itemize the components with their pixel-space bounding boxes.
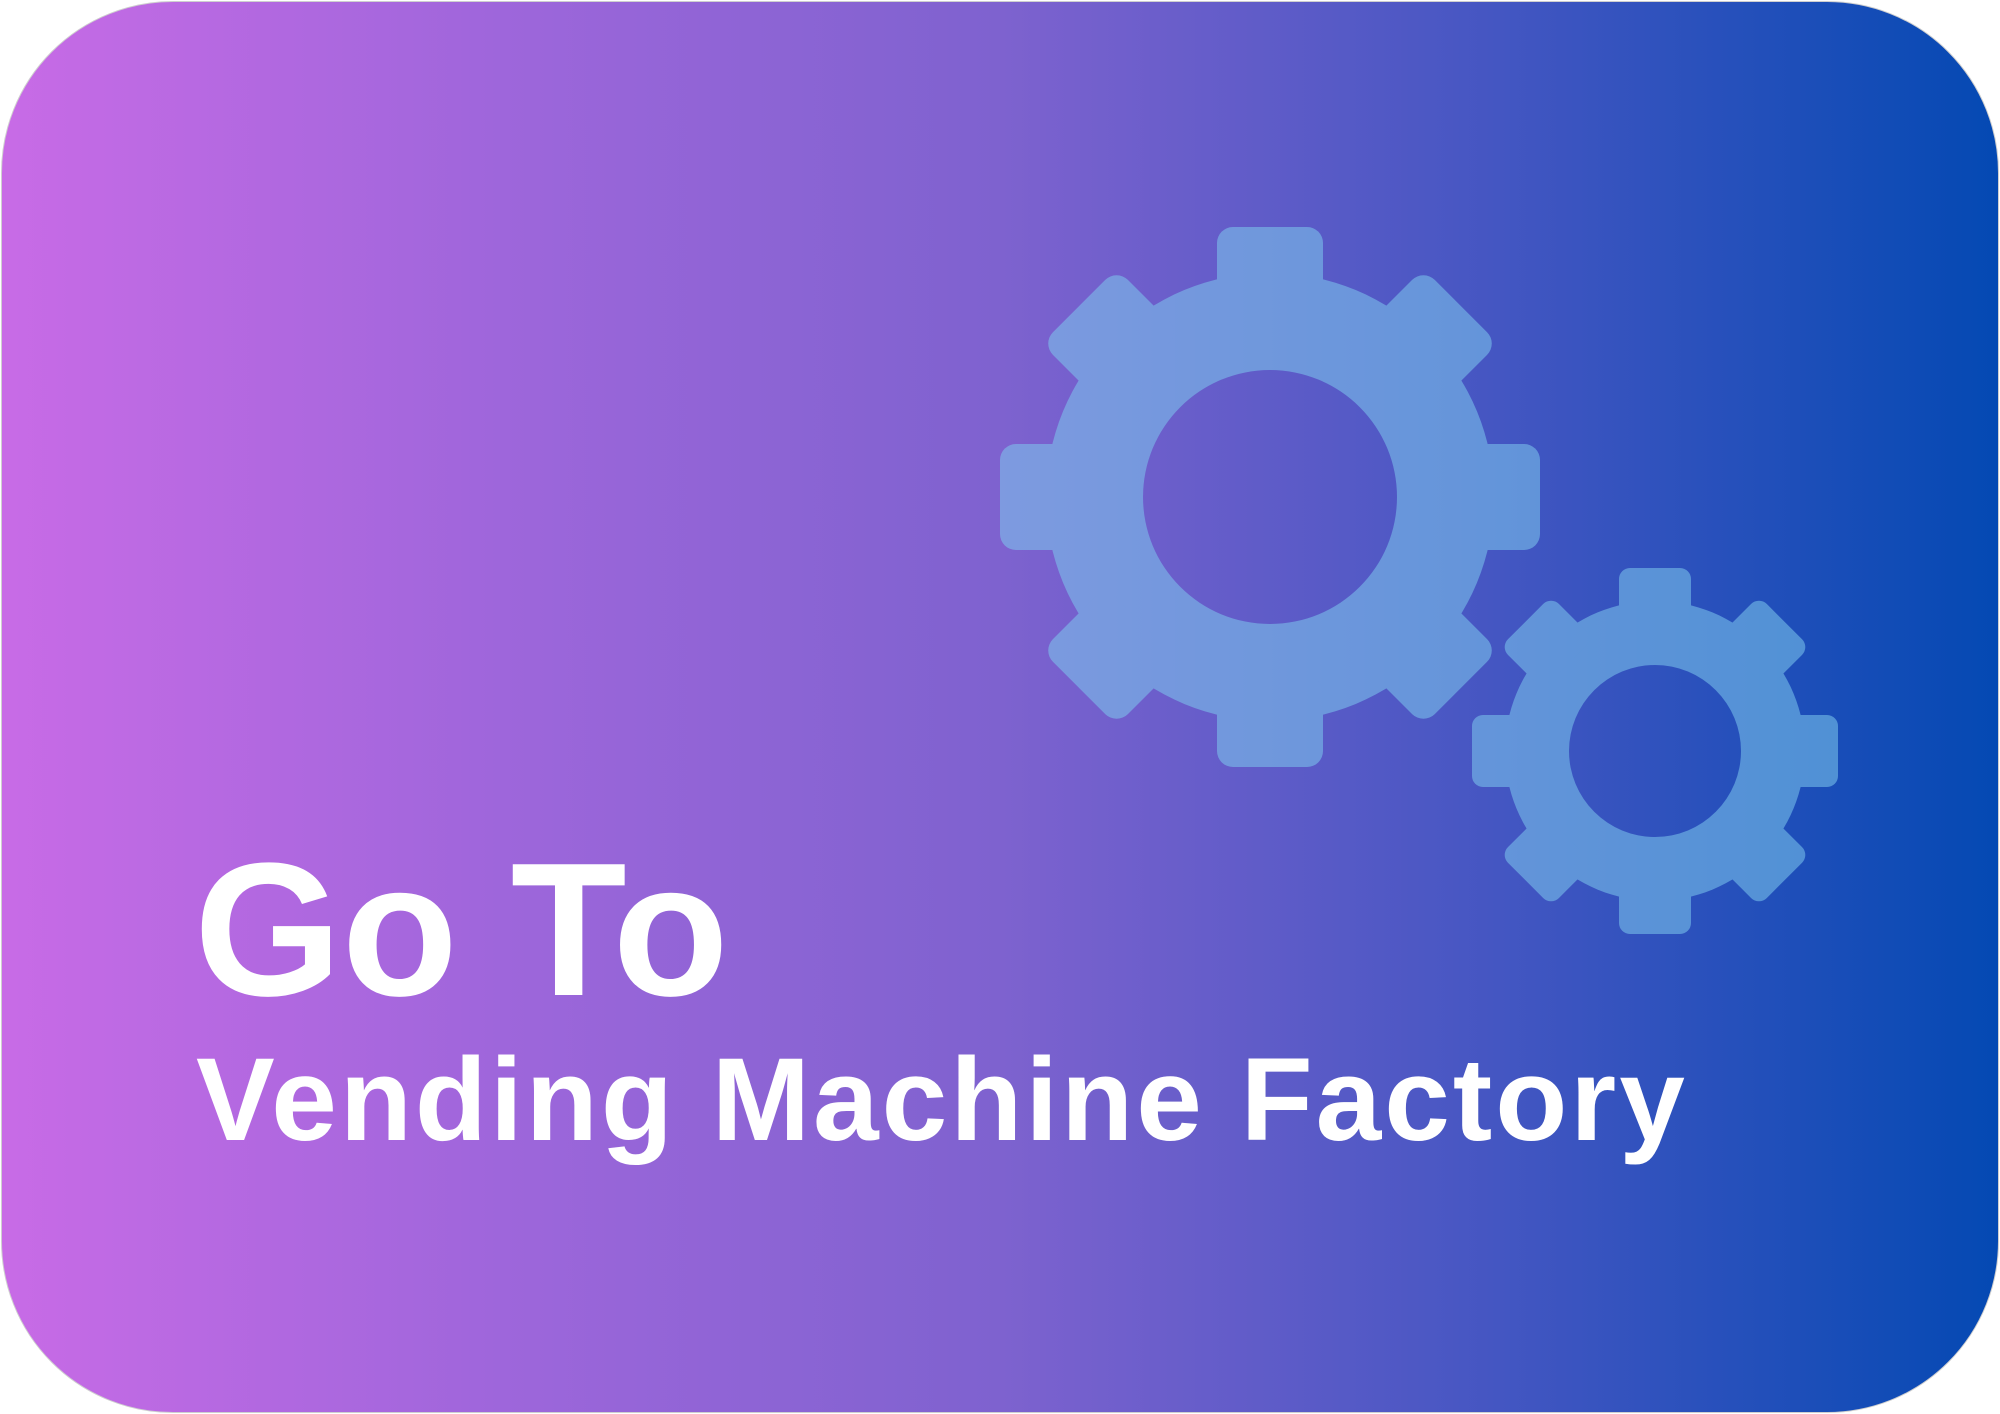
- gears-illustration: [1000, 227, 1838, 934]
- go-to-vending-machine-factory-tile[interactable]: Go To Vending Machine Factory: [1, 1, 1999, 1413]
- tile-title: Go To: [194, 824, 729, 1036]
- large-gear-icon: [1000, 227, 1540, 767]
- small-gear-icon: [1472, 568, 1838, 934]
- tile-subtitle: Vending Machine Factory: [196, 1034, 1688, 1166]
